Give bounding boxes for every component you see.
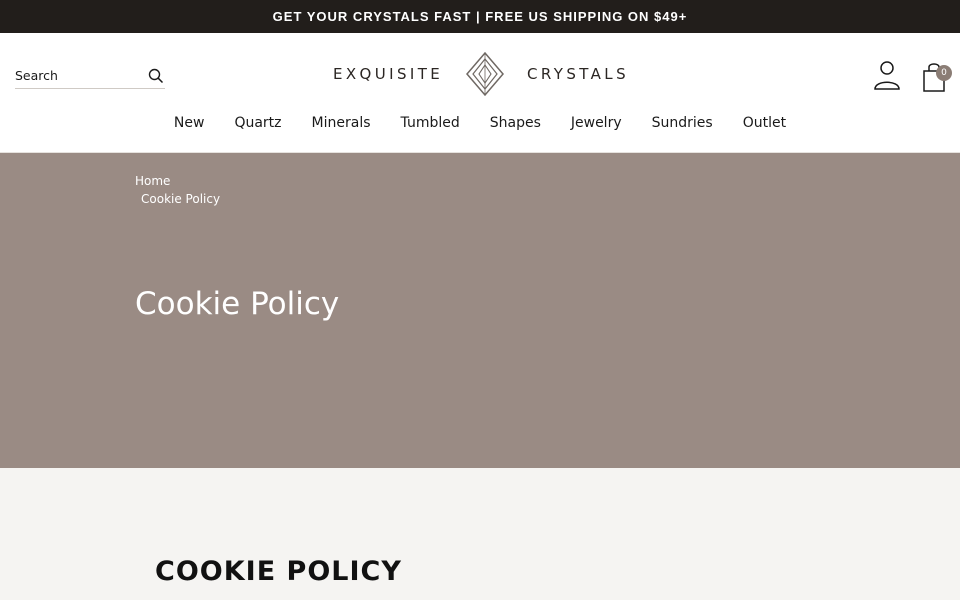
search-box[interactable] [15, 63, 165, 89]
nav-item-new[interactable]: New [159, 115, 220, 137]
nav-item-tumbled[interactable]: Tumbled [386, 115, 475, 137]
breadcrumb-current: Cookie Policy [141, 192, 221, 206]
page-title: Cookie Policy [135, 286, 340, 322]
nav-item-jewelry[interactable]: Jewelry [556, 115, 637, 137]
site-header: EXQUISITE CRYSTALS 0 New Quartz Minerals… [0, 33, 960, 153]
promo-text: GET YOUR CRYSTALS FAST | FREE US SHIPPIN… [272, 9, 688, 24]
search-input[interactable] [15, 68, 135, 83]
page-hero: Home Cookie Policy Cookie Policy [0, 153, 960, 468]
cart-button[interactable]: 0 [922, 59, 952, 93]
nav-item-sundries[interactable]: Sundries [637, 115, 728, 137]
main-content: COOKIE POLICY [0, 468, 960, 600]
promo-bar: GET YOUR CRYSTALS FAST | FREE US SHIPPIN… [0, 0, 960, 33]
site-logo[interactable]: EXQUISITE CRYSTALS [333, 52, 629, 96]
logo-text-right: CRYSTALS [527, 65, 629, 83]
search-icon[interactable] [147, 67, 165, 85]
account-icon [874, 61, 900, 90]
logo-text-left: EXQUISITE [333, 65, 444, 83]
cart-count-badge: 0 [936, 65, 952, 81]
nav-item-quartz[interactable]: Quartz [219, 115, 296, 137]
main-nav: New Quartz Minerals Tumbled Shapes Jewel… [0, 115, 960, 137]
nav-item-shapes[interactable]: Shapes [475, 115, 556, 137]
nav-item-minerals[interactable]: Minerals [297, 115, 386, 137]
nav-item-outlet[interactable]: Outlet [728, 115, 801, 137]
breadcrumb-home-link[interactable]: Home [135, 172, 220, 190]
content-heading: COOKIE POLICY [155, 556, 402, 587]
logo-diamond-icon [466, 52, 505, 96]
breadcrumb: Home Cookie Policy [135, 172, 220, 208]
account-button[interactable] [873, 59, 901, 91]
